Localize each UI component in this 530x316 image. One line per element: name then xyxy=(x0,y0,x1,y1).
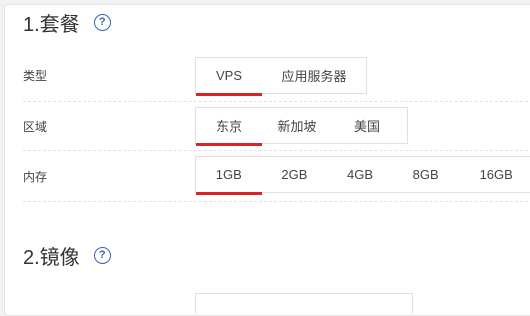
option-memory-4gb[interactable]: 4GB xyxy=(327,157,393,192)
option-type-vps[interactable]: VPS xyxy=(196,58,262,96)
section-title-package: 1.套餐 ? xyxy=(23,8,111,37)
memory-option-group: 1GB 2GB 4GB 8GB 16GB xyxy=(195,156,530,195)
question-circle-icon[interactable]: ? xyxy=(93,14,111,31)
section-title-text: 1.套餐 xyxy=(23,14,80,36)
option-memory-8gb[interactable]: 8GB xyxy=(393,157,459,192)
option-type-app-server[interactable]: 应用服务器 xyxy=(262,58,366,93)
option-memory-16gb[interactable]: 16GB xyxy=(458,157,530,192)
row-divider xyxy=(23,101,530,102)
section-title-text: 2.镜像 xyxy=(23,247,80,269)
row-divider xyxy=(23,201,530,202)
type-option-group: VPS 应用服务器 xyxy=(195,57,367,96)
option-region-tokyo[interactable]: 东京 xyxy=(196,108,262,146)
option-region-usa[interactable]: 美国 xyxy=(332,108,402,143)
region-option-group: 东京 新加坡 美国 xyxy=(195,107,408,146)
question-circle-icon[interactable]: ? xyxy=(93,247,111,264)
option-memory-2gb[interactable]: 2GB xyxy=(262,157,328,192)
image-option-group xyxy=(195,293,413,314)
row-label-type: 类型 xyxy=(23,69,48,83)
row-label-region: 区域 xyxy=(23,120,48,134)
option-memory-1gb[interactable]: 1GB xyxy=(196,157,262,195)
row-divider xyxy=(23,150,530,151)
option-region-singapore[interactable]: 新加坡 xyxy=(262,108,332,143)
section-title-image: 2.镜像 ? xyxy=(23,241,111,270)
row-label-memory: 内存 xyxy=(23,170,48,184)
